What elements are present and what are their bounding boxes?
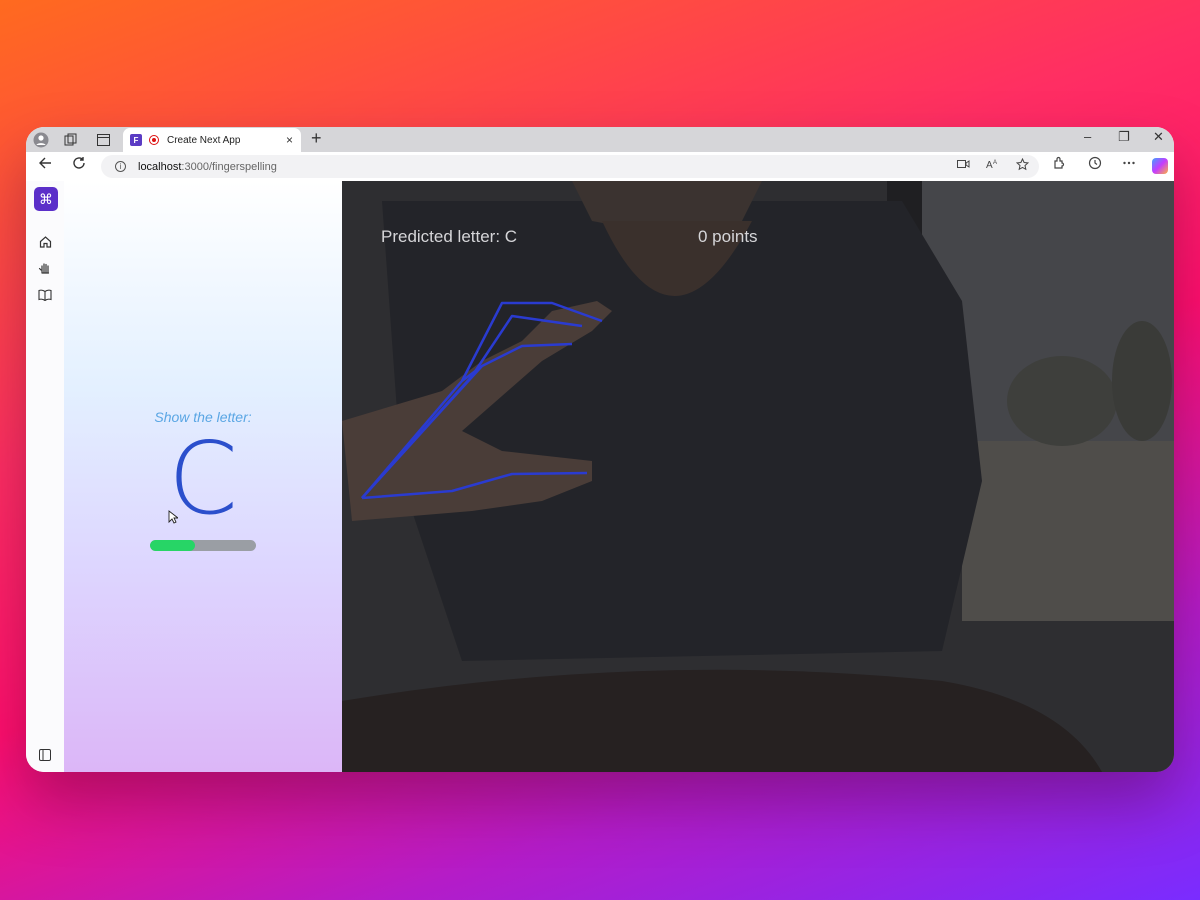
url-path: :3000/fingerspelling <box>181 160 277 173</box>
tab-close-button[interactable]: × <box>286 133 293 147</box>
svg-text:A: A <box>993 160 997 166</box>
predicted-letter-text: Predicted letter: C <box>381 227 518 246</box>
sidebar-toggle-icon[interactable] <box>38 748 52 762</box>
back-arrow-icon[interactable] <box>38 156 52 174</box>
vertical-tabs-icon[interactable] <box>92 129 114 151</box>
favicon-icon: F <box>130 134 142 146</box>
progress-bar <box>150 540 256 551</box>
new-tab-button[interactable]: + <box>311 128 322 149</box>
read-aloud-icon[interactable]: AA <box>986 158 1000 174</box>
camera-feed: Predicted letter: C 0 points <box>342 181 1174 772</box>
tab-bar: F Create Next App × + – ❐ ✕ <box>26 127 1174 152</box>
more-menu-icon[interactable] <box>1122 156 1136 173</box>
browser-window: F Create Next App × + – ❐ ✕ i localhost:… <box>26 127 1174 772</box>
extensions-icon[interactable] <box>1052 156 1066 173</box>
mouse-cursor-icon <box>168 510 180 529</box>
tab-title: Create Next App <box>167 134 241 146</box>
app-content: ⌘ Show the letter: C Predicted letter: C… <box>26 181 1174 772</box>
restore-button[interactable]: ❐ <box>1118 129 1130 145</box>
profile-icon[interactable] <box>30 129 52 151</box>
svg-text:A: A <box>986 160 993 169</box>
info-icon[interactable]: i <box>115 161 126 172</box>
address-bar-row: i localhost:3000/fingerspelling AA <box>26 152 1174 181</box>
progress-fill <box>150 540 195 551</box>
history-icon[interactable] <box>1088 156 1102 173</box>
points-text: 0 points <box>698 227 758 246</box>
refresh-icon[interactable] <box>72 156 86 174</box>
webcam-image <box>342 181 1174 772</box>
url-field[interactable]: i localhost:3000/fingerspelling AA <box>101 155 1039 178</box>
hand-icon[interactable] <box>38 261 52 275</box>
target-letter: C <box>168 420 238 537</box>
copilot-icon[interactable] <box>1152 158 1168 174</box>
workspaces-icon[interactable] <box>60 129 82 151</box>
camera-in-use-icon[interactable] <box>957 158 970 174</box>
practice-panel: Show the letter: C <box>64 181 342 772</box>
home-icon[interactable] <box>38 234 52 248</box>
close-window-button[interactable]: ✕ <box>1153 129 1164 145</box>
url-host: localhost <box>138 160 182 173</box>
app-logo[interactable]: ⌘ <box>34 187 58 211</box>
sidebar-rail: ⌘ <box>26 181 65 772</box>
minimize-button[interactable]: – <box>1084 129 1091 144</box>
favorite-star-icon[interactable] <box>1015 157 1030 174</box>
recording-icon <box>149 135 159 145</box>
book-icon[interactable] <box>38 288 52 302</box>
active-tab[interactable]: F Create Next App × <box>123 128 301 152</box>
